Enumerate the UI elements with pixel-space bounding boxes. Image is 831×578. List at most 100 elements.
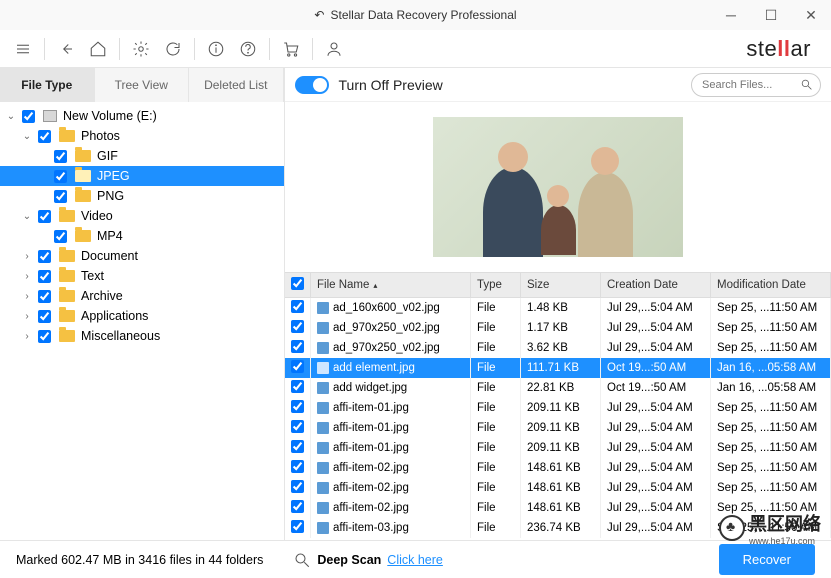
- close-button[interactable]: ✕: [791, 0, 831, 30]
- tree-checkbox[interactable]: [38, 250, 51, 263]
- tree-checkbox[interactable]: [54, 190, 67, 203]
- table-row[interactable]: ad_970x250_v02.jpgFile1.17 KBJul 29,...5…: [285, 318, 831, 338]
- info-button[interactable]: [201, 34, 231, 64]
- row-checkbox[interactable]: [291, 400, 304, 413]
- tab-file-type[interactable]: File Type: [0, 68, 95, 102]
- table-row[interactable]: affi-item-01.jpgFile209.11 KBJul 29,...5…: [285, 418, 831, 438]
- expand-icon[interactable]: ›: [20, 331, 34, 342]
- minimize-button[interactable]: ─: [711, 0, 751, 30]
- tree-checkbox[interactable]: [54, 170, 67, 183]
- tree-item[interactable]: › Document: [0, 246, 284, 266]
- tree-checkbox[interactable]: [38, 270, 51, 283]
- cell-type: File: [471, 438, 521, 458]
- home-button[interactable]: [83, 34, 113, 64]
- tree-checkbox[interactable]: [38, 130, 51, 143]
- row-checkbox[interactable]: [291, 300, 304, 313]
- tree-label: Document: [81, 249, 138, 263]
- tree-item[interactable]: ›Applications: [0, 306, 284, 326]
- refresh-button[interactable]: [158, 34, 188, 64]
- table-row[interactable]: affi-item-01.jpgFile209.11 KBJul 29,...5…: [285, 438, 831, 458]
- tree-checkbox[interactable]: [22, 110, 35, 123]
- expand-icon[interactable]: ⌄: [20, 211, 34, 222]
- file-table[interactable]: File Name▴ Type Size Creation Date Modif…: [285, 272, 831, 540]
- tab-deleted-list[interactable]: Deleted List: [189, 68, 284, 102]
- cell-mdate: Sep 25, ...11:50 AM: [711, 318, 831, 338]
- row-checkbox[interactable]: [291, 520, 304, 533]
- tree-checkbox[interactable]: [54, 150, 67, 163]
- cell-filename: ad_970x250_v02.jpg: [333, 322, 440, 334]
- table-row[interactable]: affi-item-03.jpgFile236.74 KBJul 29,...5…: [285, 518, 831, 538]
- recover-button[interactable]: Recover: [719, 544, 815, 575]
- cell-cdate: Oct 19...:50 AM: [601, 378, 711, 398]
- tree-item[interactable]: PNG: [0, 186, 284, 206]
- file-icon: [317, 502, 329, 514]
- row-checkbox[interactable]: [291, 460, 304, 473]
- table-row[interactable]: affi-item-01.jpgFile209.11 KBJul 29,...5…: [285, 398, 831, 418]
- table-row[interactable]: add element.jpgFile111.71 KBOct 19...:50…: [285, 358, 831, 378]
- tree-item[interactable]: ›Text: [0, 266, 284, 286]
- row-checkbox[interactable]: [291, 380, 304, 393]
- col-creation-date[interactable]: Creation Date: [601, 273, 711, 298]
- cell-size: 148.61 KB: [521, 458, 601, 478]
- cell-cdate: Jul 29,...5:04 AM: [601, 498, 711, 518]
- cell-filename: affi-item-01.jpg: [333, 442, 409, 454]
- settings-button[interactable]: [126, 34, 156, 64]
- tree-checkbox[interactable]: [38, 290, 51, 303]
- sidebar: File Type Tree View Deleted List ⌄New Vo…: [0, 68, 285, 540]
- table-row[interactable]: add widget.jpgFile22.81 KBOct 19...:50 A…: [285, 378, 831, 398]
- cell-size: 22.81 KB: [521, 378, 601, 398]
- deep-scan-link[interactable]: Click here: [387, 553, 443, 567]
- tree-item[interactable]: JPEG: [0, 166, 284, 186]
- back-button[interactable]: [51, 34, 81, 64]
- cart-button[interactable]: [276, 34, 306, 64]
- table-row[interactable]: ad_160x600_v02.jpgFile1.48 KBJul 29,...5…: [285, 298, 831, 319]
- row-checkbox[interactable]: [291, 500, 304, 513]
- help-button[interactable]: [233, 34, 263, 64]
- expand-icon[interactable]: ⌄: [20, 131, 34, 142]
- table-row[interactable]: ad_970x250_v02.jpgFile3.62 KBJul 29,...5…: [285, 338, 831, 358]
- tree-item[interactable]: GIF: [0, 146, 284, 166]
- folder-tree[interactable]: ⌄New Volume (E:)⌄PhotosGIFJPEGPNG⌄VideoM…: [0, 102, 284, 540]
- tree-item[interactable]: MP4: [0, 226, 284, 246]
- cell-mdate: Sep 25, ...11:50 AM: [711, 478, 831, 498]
- user-button[interactable]: [319, 34, 349, 64]
- cell-mdate: Sep 25, ...11:50 AM: [711, 338, 831, 358]
- tree-checkbox[interactable]: [38, 210, 51, 223]
- col-type[interactable]: Type: [471, 273, 521, 298]
- table-row[interactable]: affi-item-02.jpgFile148.61 KBJul 29,...5…: [285, 478, 831, 498]
- expand-icon[interactable]: ›: [20, 311, 34, 322]
- deep-scan: Deep Scan Click here: [293, 551, 443, 569]
- maximize-button[interactable]: ☐: [751, 0, 791, 30]
- expand-icon[interactable]: ›: [20, 271, 34, 282]
- preview-toggle[interactable]: [295, 76, 329, 94]
- col-size[interactable]: Size: [521, 273, 601, 298]
- col-modification-date[interactable]: Modification Date: [711, 273, 831, 298]
- table-row[interactable]: affi-item-02.jpgFile148.61 KBJul 29,...5…: [285, 458, 831, 478]
- tree-item[interactable]: ›Archive: [0, 286, 284, 306]
- preview-pane: [285, 102, 831, 272]
- table-row[interactable]: affi-item-02.jpgFile148.61 KBJul 29,...5…: [285, 498, 831, 518]
- tree-checkbox[interactable]: [38, 330, 51, 343]
- expand-icon[interactable]: ⌄: [4, 111, 18, 122]
- tab-tree-view[interactable]: Tree View: [95, 68, 190, 102]
- select-all-checkbox[interactable]: [291, 277, 304, 290]
- row-checkbox[interactable]: [291, 360, 304, 373]
- row-checkbox[interactable]: [291, 340, 304, 353]
- tree-checkbox[interactable]: [54, 230, 67, 243]
- tree-checkbox[interactable]: [38, 310, 51, 323]
- toolbar: stellar: [0, 30, 831, 68]
- row-checkbox[interactable]: [291, 480, 304, 493]
- tree-item[interactable]: ⌄Photos: [0, 126, 284, 146]
- tree-item[interactable]: ⌄New Volume (E:): [0, 106, 284, 126]
- folder-icon: [59, 250, 75, 262]
- expand-icon[interactable]: ›: [20, 291, 34, 302]
- col-filename[interactable]: File Name▴: [311, 273, 471, 298]
- row-checkbox[interactable]: [291, 440, 304, 453]
- tree-item[interactable]: ›Miscellaneous: [0, 326, 284, 346]
- tree-item[interactable]: ⌄Video: [0, 206, 284, 226]
- row-checkbox[interactable]: [291, 320, 304, 333]
- menu-button[interactable]: [8, 34, 38, 64]
- row-checkbox[interactable]: [291, 420, 304, 433]
- expand-icon[interactable]: ›: [20, 251, 34, 262]
- main: File Type Tree View Deleted List ⌄New Vo…: [0, 68, 831, 540]
